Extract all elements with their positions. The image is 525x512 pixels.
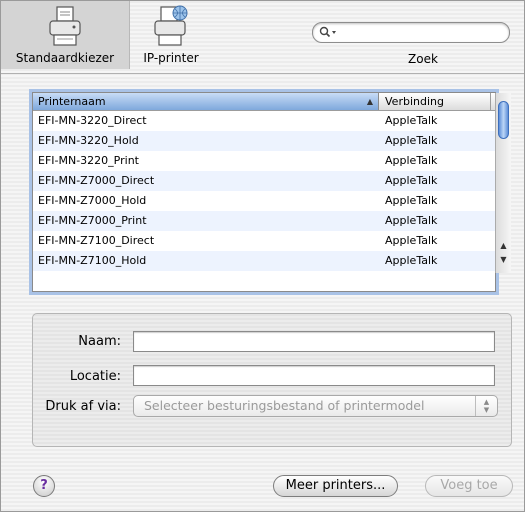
table-row[interactable]: EFI-MN-3220_Hold AppleTalk [33,131,495,151]
scrollbar-thumb[interactable] [498,101,509,139]
connection-cell: AppleTalk [385,174,438,187]
search-input[interactable] [343,24,501,40]
toolbar-ip-printer[interactable]: IP-printer [131,1,211,69]
table-row[interactable]: EFI-MN-Z7000_Direct AppleTalk [33,171,495,191]
stepper-arrows-icon: ▲ ▼ [475,396,497,416]
search-icon [319,26,336,38]
connection-cell: AppleTalk [385,254,438,267]
scroll-up-arrow-icon[interactable]: ▲ [498,239,509,252]
printer-name-cell: EFI-MN-Z7000_Hold [38,194,147,207]
table-row[interactable]: EFI-MN-Z7100_Hold AppleTalk [33,251,495,271]
table-row[interactable]: EFI-MN-Z7100_Direct AppleTalk [33,231,495,251]
printer-name-cell: EFI-MN-Z7100_Hold [38,254,147,267]
add-button[interactable]: Voeg toe [425,475,513,497]
toolbar-default-label: Standaardkiezer [15,51,115,65]
scroll-down-arrow-icon[interactable]: ▼ [498,253,509,266]
print-via-value: Selecteer besturingsbestand of printermo… [144,398,425,413]
connection-cell: AppleTalk [385,234,438,247]
printer-name-cell: EFI-MN-Z7100_Direct [38,234,155,247]
vertical-scrollbar[interactable]: ▲ ▼ [495,93,511,273]
sort-ascending-icon: ▲ [366,97,373,106]
connection-cell: AppleTalk [385,194,438,207]
print-via-label: Druk af via: [45,399,121,414]
column-header-printer-name[interactable]: Printernaam ▲ [33,93,379,110]
printer-name-cell: EFI-MN-3220_Print [38,154,139,167]
column-header-connection[interactable]: Verbinding [380,93,491,110]
printer-name-cell: EFI-MN-3220_Hold [38,134,139,147]
name-label: Naam: [78,334,121,349]
more-printers-button[interactable]: Meer printers... [273,475,398,497]
printer-name-cell: EFI-MN-Z7000_Direct [38,174,155,187]
printer-list: Printernaam ▲ Verbinding EFI-MN-3220_Dir… [32,92,511,292]
toolbar-default-browser[interactable]: Standaardkiezer [1,1,130,69]
printer-name-cell: EFI-MN-3220_Direct [38,114,147,127]
table-header: Printernaam ▲ Verbinding [33,93,495,111]
location-field[interactable] [133,365,495,386]
toolbar: Standaardkiezer IP-printer Zoek [1,1,524,73]
default-printer-icon [49,6,81,46]
printer-browser-window: Standaardkiezer IP-printer Zoek Printern… [0,0,525,512]
table-row[interactable]: EFI-MN-Z7000_Print AppleTalk [33,211,495,231]
printer-name-cell: EFI-MN-Z7000_Print [38,214,147,227]
column-header-connection-label: Verbinding [385,95,444,108]
toolbar-divider [1,73,524,74]
location-label: Locatie: [69,369,121,384]
connection-cell: AppleTalk [385,214,438,227]
connection-cell: AppleTalk [385,154,438,167]
search-label: Zoek [408,52,438,66]
table-row[interactable]: EFI-MN-Z7000_Hold AppleTalk [33,191,495,211]
ip-printer-icon [154,5,188,46]
connection-cell: AppleTalk [385,114,438,127]
print-via-select[interactable]: Selecteer besturingsbestand of printermo… [133,395,498,417]
table-row[interactable]: EFI-MN-3220_Direct AppleTalk [33,111,495,131]
table-rows: EFI-MN-3220_Direct AppleTalk EFI-MN-3220_… [33,111,495,273]
table-row[interactable]: EFI-MN-3220_Print AppleTalk [33,151,495,171]
column-header-printer-name-label: Printernaam [38,95,106,108]
name-field[interactable] [133,331,495,352]
toolbar-ip-label: IP-printer [143,51,199,65]
connection-cell: AppleTalk [385,134,438,147]
help-button[interactable]: ? [33,475,55,497]
search-field[interactable] [312,22,510,43]
